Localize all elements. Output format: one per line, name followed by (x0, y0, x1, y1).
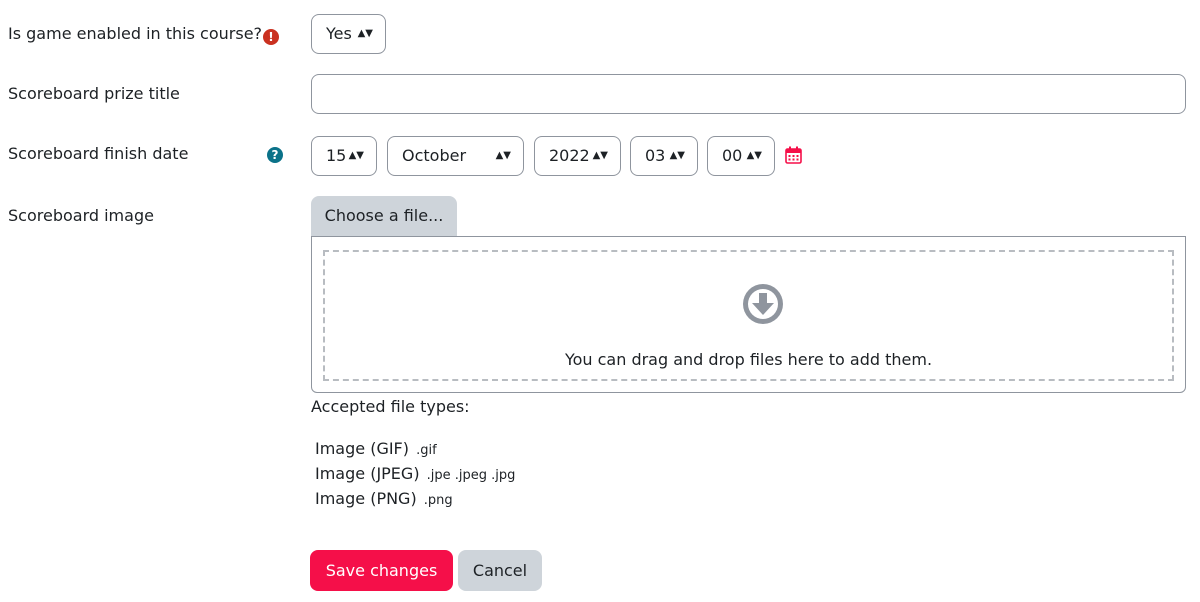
minute-value: 00 (722, 146, 743, 165)
month-value: October (402, 146, 467, 165)
file-type-ext: .jpe .jpeg .jpg (426, 468, 516, 483)
file-type-name: Image (GIF) (315, 439, 409, 458)
select-arrows-icon: ▲▼ (357, 28, 373, 39)
file-type-name: Image (JPEG) (315, 464, 420, 483)
drop-instructions: You can drag and drop files here to add … (564, 350, 933, 369)
calendar-icon[interactable] (785, 146, 802, 164)
finish-date-label: Scoreboard finish date (8, 144, 189, 163)
save-changes-button[interactable]: Save changes (310, 550, 453, 591)
scoreboard-image-label: Scoreboard image (8, 206, 154, 225)
minute-select[interactable]: 00 ▲▼ (707, 136, 775, 176)
dropzone-dashed-area[interactable]: You can drag and drop files here to add … (323, 250, 1174, 381)
year-select[interactable]: 2022 ▲▼ (534, 136, 621, 176)
game-enabled-select[interactable]: Yes ▲▼ (311, 14, 386, 54)
file-dropzone[interactable]: You can drag and drop files here to add … (311, 236, 1186, 393)
select-arrows-icon: ▲▼ (592, 150, 608, 161)
game-enabled-label: Is game enabled in this course?! (8, 24, 280, 45)
hour-value: 03 (645, 146, 666, 165)
prize-title-label: Scoreboard prize title (8, 84, 180, 103)
game-enabled-value: Yes (326, 24, 352, 43)
file-type-ext: .gif (416, 443, 437, 458)
accepted-type-item: Image (JPEG) .jpe .jpeg .jpg (315, 464, 515, 486)
select-arrows-icon: ▲▼ (669, 150, 685, 161)
accepted-type-item: Image (PNG) .png (315, 489, 453, 511)
file-type-name: Image (PNG) (315, 489, 417, 508)
download-arrow-circle-icon (741, 282, 785, 326)
help-question-icon[interactable]: ? (267, 147, 283, 163)
choose-file-button[interactable]: Choose a file... (311, 196, 457, 236)
year-value: 2022 (549, 146, 590, 165)
accepted-types-title: Accepted file types: (311, 397, 470, 416)
select-arrows-icon: ▲▼ (746, 150, 762, 161)
month-select[interactable]: October ▲▼ (387, 136, 524, 176)
day-select[interactable]: 15 ▲▼ (311, 136, 377, 176)
cancel-button[interactable]: Cancel (458, 550, 542, 591)
hour-select[interactable]: 03 ▲▼ (630, 136, 698, 176)
required-exclamation-icon: ! (263, 29, 280, 45)
select-arrows-icon: ▲▼ (495, 150, 511, 161)
game-enabled-label-text: Is game enabled in this course? (8, 24, 263, 43)
prize-title-input[interactable] (311, 74, 1186, 114)
accepted-type-item: Image (GIF) .gif (315, 439, 437, 461)
file-type-ext: .png (423, 493, 453, 508)
select-arrows-icon: ▲▼ (348, 150, 364, 161)
day-value: 15 (326, 146, 347, 165)
